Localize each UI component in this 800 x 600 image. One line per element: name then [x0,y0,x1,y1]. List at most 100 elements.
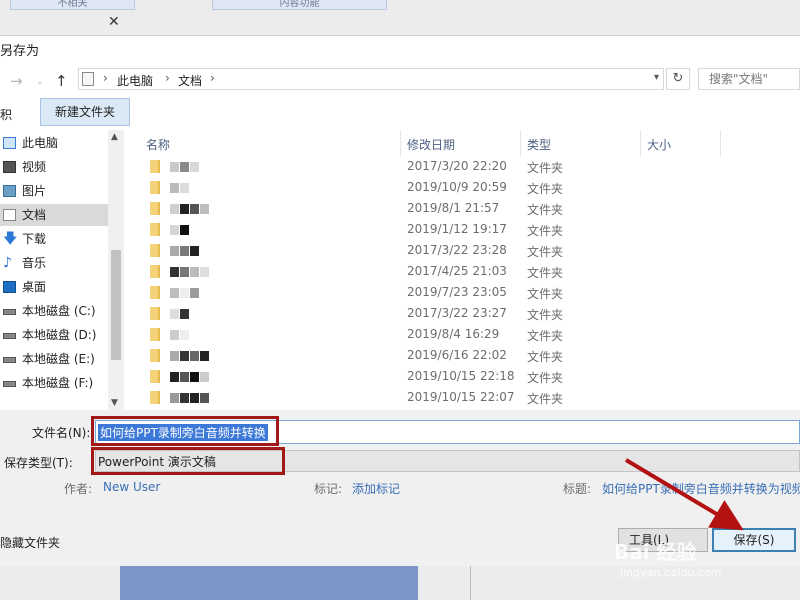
forward-arrow-icon[interactable]: → [10,72,23,90]
sidebar-item-label: 本地磁盘 (F:) [22,376,94,390]
close-icon[interactable]: ✕ [108,14,120,30]
video-icon [3,161,16,173]
chevron-down-icon[interactable]: ▾ [654,72,659,83]
browser-tab[interactable]: 内容功能 [212,0,387,10]
title-value[interactable]: 如何给PPT录制旁白音频并转换为视频 [602,480,800,497]
list-item[interactable]: 2017/3/22 23:27 文件夹 [130,303,800,324]
file-modified: 2019/8/1 21:57 [407,201,500,215]
list-item[interactable]: 2019/10/15 22:07 文件夹 [130,387,800,408]
chevron-up-icon[interactable]: ▲ [111,132,118,142]
drive-icon [3,309,16,315]
folder-icon [150,265,160,278]
file-type: 文件夹 [527,266,564,280]
folder-icon [150,286,160,299]
author-value[interactable]: New User [103,480,160,494]
sidebar-item-drive-c[interactable]: 本地磁盘 (C:) [0,300,108,322]
sidebar-item-videos[interactable]: 视频 [0,156,108,178]
sidebar-item-this-pc[interactable]: 此电脑 [0,132,108,154]
list-item[interactable]: 2017/3/22 23:28 文件夹 [130,240,800,261]
chevron-right-icon[interactable]: › [165,71,170,85]
redacted-name [180,246,189,256]
folder-icon [150,349,160,362]
redacted-name [200,204,209,214]
breadcrumb-this-pc[interactable]: 此电脑 [117,72,153,89]
chevron-right-icon[interactable]: › [210,71,215,85]
save-button[interactable]: 保存(S) [712,528,796,552]
sidebar-scrollbar[interactable]: ▲ ▼ [108,130,124,410]
redacted-name [180,204,189,214]
chevron-right-icon[interactable]: › [103,71,108,85]
refresh-button[interactable]: ↻ [666,68,690,90]
sidebar-item-downloads[interactable]: 🡇 下载 [0,228,108,250]
column-header-modified[interactable]: 修改日期 [407,136,455,153]
list-item[interactable]: 2019/7/23 23:05 文件夹 [130,282,800,303]
list-item[interactable]: 2019/8/1 21:57 文件夹 [130,198,800,219]
column-header-size[interactable]: 大小 [647,136,671,153]
redacted-name [190,162,199,172]
redacted-name [170,288,179,298]
divider [470,566,471,600]
breadcrumb-documents[interactable]: 文档 [178,72,202,89]
file-modified: 2019/6/16 22:02 [407,348,507,362]
address-bar[interactable]: › 此电脑 › 文档 › ▾ [78,68,664,90]
file-type: 文件夹 [527,287,564,301]
redacted-name [180,267,189,277]
tags-key: 标记: [314,482,343,496]
organize-button[interactable]: 积 [0,106,12,123]
list-item[interactable]: 2017/3/20 22:20 文件夹 [130,156,800,177]
redacted-name [180,225,189,235]
chevron-down-icon[interactable]: ▼ [111,398,118,408]
file-type: 文件夹 [527,392,564,406]
document-icon [3,209,16,221]
redacted-name [200,267,209,277]
file-type: 文件夹 [527,224,564,238]
redacted-name [180,330,189,340]
list-item[interactable]: 2019/1/12 19:17 文件夹 [130,219,800,240]
list-item[interactable]: 2019/10/15 22:18 文件夹 [130,366,800,387]
search-input[interactable]: 搜索"文档" [698,68,800,90]
sidebar-item-label: 音乐 [22,256,47,270]
redacted-name [170,225,179,235]
browser-tab[interactable]: 不相关 [10,0,135,10]
sidebar-item-drive-f[interactable]: 本地磁盘 (F:) [0,372,108,394]
up-arrow-icon[interactable]: ↑ [55,72,68,90]
file-modified: 2019/10/15 22:07 [407,390,515,404]
sidebar-item-pictures[interactable]: 图片 [0,180,108,202]
hide-folders-toggle[interactable]: 隐藏文件夹 [0,534,60,551]
watermark-logo: Bai 经验 [614,540,697,564]
new-folder-button[interactable]: 新建文件夹 [40,98,130,126]
address-row: → ⌄ ↑ › 此电脑 › 文档 › ▾ ↻ 搜索"文档" [0,68,800,94]
folder-icon [150,244,160,257]
sidebar-item-music[interactable]: ♪ 音乐 [0,252,108,274]
file-modified: 2019/10/9 20:59 [407,180,507,194]
download-icon: 🡇 [3,231,18,247]
redacted-name [180,351,189,361]
redacted-name [190,204,199,214]
sidebar-item-label: 图片 [22,184,47,198]
redacted-name [170,372,179,382]
list-item[interactable]: 2019/10/9 20:59 文件夹 [130,177,800,198]
navigation-pane: 此电脑 视频 图片 文档 🡇 下载 ♪ 音乐 桌面 本地磁盘 (C:) 本地磁盘… [0,130,108,410]
list-item[interactable]: 2019/6/16 22:02 文件夹 [130,345,800,366]
file-modified: 2019/1/12 19:17 [407,222,507,236]
list-item[interactable]: 2019/8/4 16:29 文件夹 [130,324,800,345]
chevron-down-icon[interactable]: ⌄ [36,77,44,87]
list-item[interactable]: 2017/4/25 21:03 文件夹 [130,261,800,282]
sidebar-item-label: 本地磁盘 (C:) [22,304,96,318]
divider [400,130,401,156]
sidebar-item-drive-d[interactable]: 本地磁盘 (D:) [0,324,108,346]
drive-icon [3,333,16,339]
filetype-label: 保存类型(T): [4,456,73,470]
column-header-type[interactable]: 类型 [527,136,551,153]
scrollbar-thumb[interactable] [111,250,121,360]
sidebar-item-drive-e[interactable]: 本地磁盘 (E:) [0,348,108,370]
folder-icon [150,328,160,341]
sidebar-item-documents[interactable]: 文档 [0,204,108,226]
redacted-name [170,330,179,340]
divider [520,130,521,156]
tags-value[interactable]: 添加标记 [352,480,400,497]
column-header-name[interactable]: 名称 [146,136,170,153]
file-list: ^ 名称 修改日期 类型 大小 2017/3/20 22:20 文件夹 2019/1… [130,130,800,410]
sidebar-item-desktop[interactable]: 桌面 [0,276,108,298]
sidebar-item-label: 视频 [22,160,47,174]
